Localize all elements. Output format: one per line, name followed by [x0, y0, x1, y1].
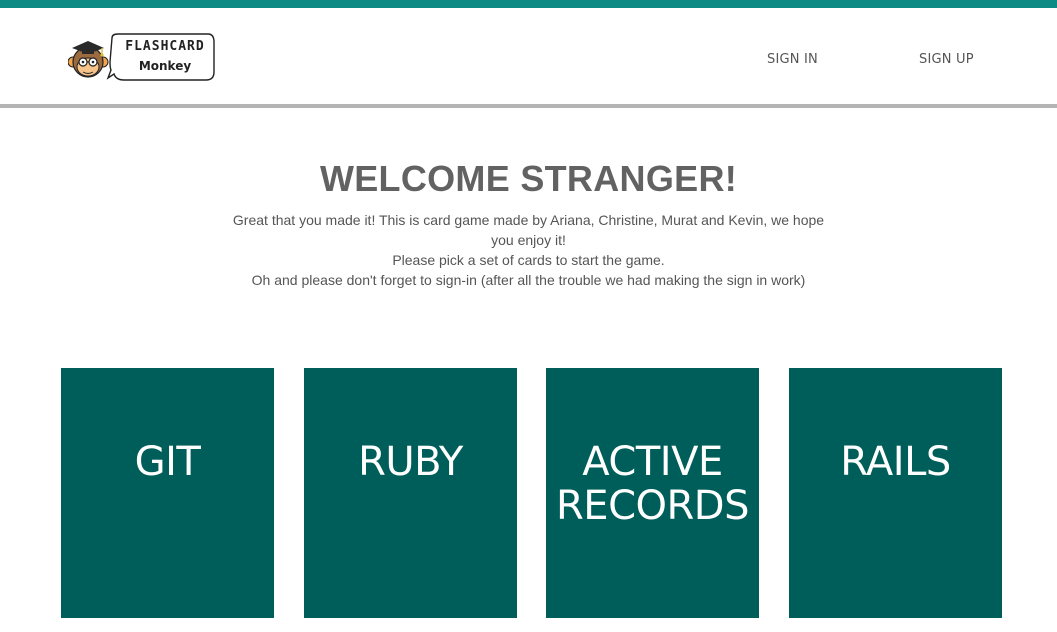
- card-set-label: ACTIVE RECORDS: [556, 439, 749, 529]
- card-set-list: GIT RUBY ACTIVE RECORDS RAILS: [0, 368, 1057, 618]
- welcome-message: Great that you made it! This is card gam…: [224, 210, 834, 290]
- sign-up-link[interactable]: SIGN UP: [919, 52, 974, 67]
- card-set-ruby[interactable]: RUBY: [304, 368, 517, 618]
- sign-in-link[interactable]: SIGN IN: [767, 52, 818, 67]
- logo[interactable]: FLASHCARD Monkey: [68, 32, 218, 84]
- card-set-label: RUBY: [358, 439, 463, 485]
- logo-text-bottom: Monkey: [138, 59, 192, 73]
- card-set-git[interactable]: GIT: [61, 368, 274, 618]
- card-set-active-records[interactable]: ACTIVE RECORDS: [546, 368, 759, 618]
- page-title: WELCOME STRANGER!: [319, 158, 738, 199]
- welcome-line: Great that you made it! This is card gam…: [232, 212, 825, 248]
- site-header: FLASHCARD Monkey SIGN IN SIGN UP: [0, 8, 1057, 108]
- card-set-rails[interactable]: RAILS: [789, 368, 1002, 618]
- welcome-section: WELCOME STRANGER! Great that you made it…: [0, 158, 1057, 290]
- welcome-line: Please pick a set of cards to start the …: [392, 252, 665, 268]
- logo-text-top: FLASHCARD: [125, 39, 205, 54]
- top-accent-bar: [0, 0, 1057, 8]
- welcome-line: Oh and please don't forget to sign-in (a…: [251, 272, 806, 288]
- card-set-label: GIT: [134, 439, 201, 485]
- card-set-label: RAILS: [840, 439, 951, 485]
